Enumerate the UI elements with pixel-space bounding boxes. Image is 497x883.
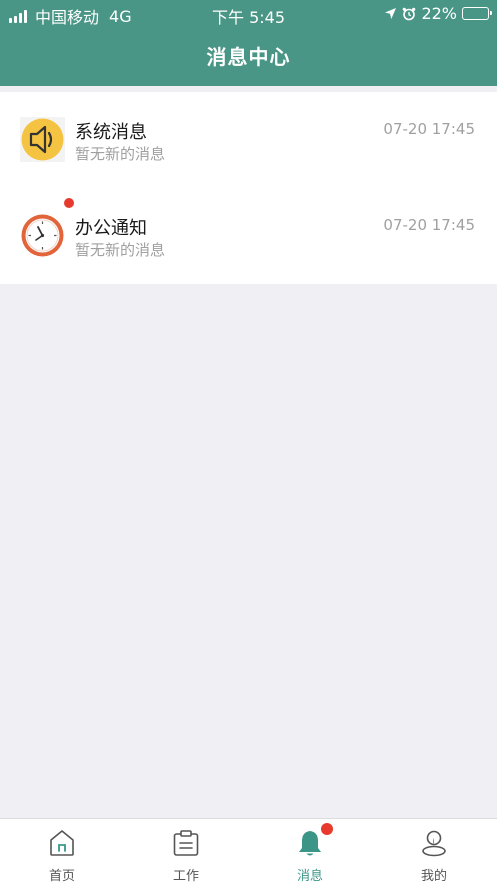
battery-icon [462,7,492,20]
location-arrow-icon [385,8,397,19]
user-icon [422,830,446,857]
message-time: 07-20 17:45 [383,216,475,234]
unread-dot [64,198,74,208]
battery-percent: 22% [421,4,457,23]
tab-label: 首页 [48,869,75,883]
bell-icon [299,831,321,856]
status-bar: 中国移动 4G 下午 5:45 22% [0,0,497,28]
alarm-icon [403,7,416,20]
message-list: 系统消息 暂无新的消息 07-20 17:45 办公通知 暂无新的消息 07-2… [0,92,497,284]
tab-label: 我的 [420,869,447,883]
speaker-icon [20,117,65,162]
page-title: 消息中心 [206,45,291,69]
home-icon [50,830,74,856]
tab-bar: 首页 工作 消息 我的 [0,818,497,883]
message-item-office[interactable]: 办公通知 暂无新的消息 07-20 17:45 [0,188,497,284]
message-title: 办公通知 [75,218,147,239]
clock-icon [21,214,64,257]
tab-mine[interactable]: 我的 [372,819,496,883]
message-title: 系统消息 [75,122,147,143]
tab-label: 消息 [296,869,323,883]
tab-messages[interactable]: 消息 [248,819,372,883]
tab-work[interactable]: 工作 [124,819,248,883]
message-subtitle: 暂无新的消息 [75,145,166,163]
tab-home[interactable]: 首页 [0,819,124,883]
header: 中国移动 4G 下午 5:45 22% 消息中心 [0,0,497,86]
status-right: 22% [384,4,492,23]
message-item-system[interactable]: 系统消息 暂无新的消息 07-20 17:45 [0,92,497,188]
message-time: 07-20 17:45 [383,120,475,138]
clipboard-icon [173,830,199,856]
tab-badge [321,823,333,835]
tab-label: 工作 [172,869,199,883]
message-subtitle: 暂无新的消息 [75,241,166,259]
